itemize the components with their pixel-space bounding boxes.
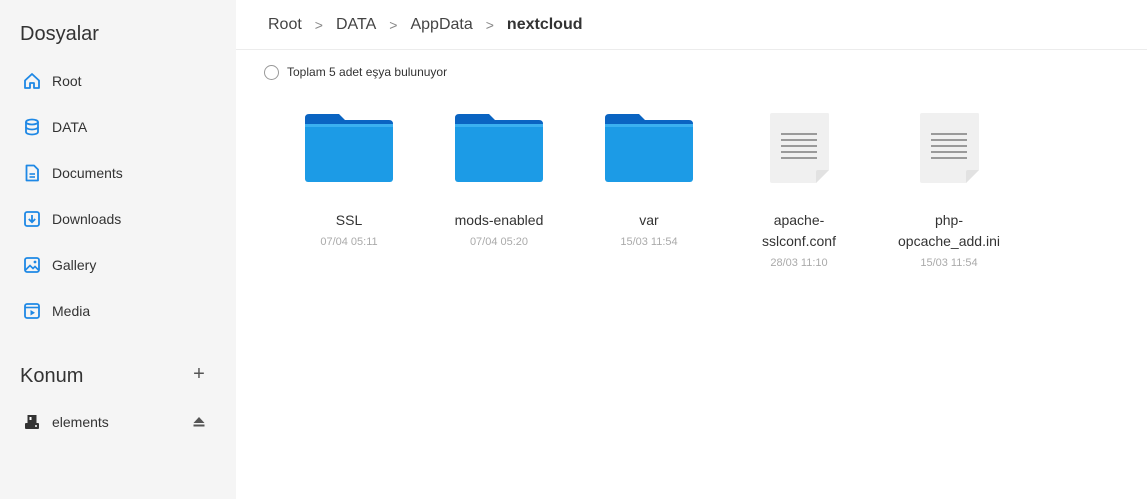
file-name: php- opcache_add.ini: [894, 210, 1004, 252]
sidebar-item-label: Documents: [52, 165, 123, 181]
text-file-icon: [753, 110, 845, 186]
sidebar: Dosyalar Root DATA Documents Downloads G…: [0, 0, 236, 499]
file-name-line: php-: [934, 212, 964, 228]
download-icon: [22, 209, 42, 229]
file-name-line: apache-: [773, 212, 825, 228]
file-item-apache-sslconf[interactable]: apache- sslconf.conf 28/03 11:10: [724, 110, 874, 269]
sidebar-item-data[interactable]: DATA: [0, 104, 236, 150]
file-date: 07/04 05:11: [320, 236, 378, 248]
add-location-button[interactable]: +: [190, 364, 208, 386]
file-name-line: opcache_add.ini: [898, 233, 1000, 249]
breadcrumb-separator: >: [485, 16, 494, 33]
breadcrumb-root[interactable]: Root: [268, 16, 302, 34]
folder-icon: [303, 110, 395, 186]
location-header: Konum +: [0, 362, 236, 390]
sidebar-item-downloads[interactable]: Downloads: [0, 196, 236, 242]
sidebar-item-media[interactable]: Media: [0, 288, 236, 334]
folder-icon: [453, 110, 545, 186]
nav-list: Root DATA Documents Downloads Gallery Me…: [0, 58, 236, 334]
select-all-radio[interactable]: [264, 64, 279, 80]
breadcrumb-separator: >: [389, 16, 398, 33]
file-item-var[interactable]: var 15/03 11:54: [574, 110, 724, 269]
sidebar-item-root[interactable]: Root: [0, 58, 236, 104]
file-name-line: sslconf.conf: [762, 233, 836, 249]
breadcrumb: Root > DATA > AppData > nextcloud: [236, 0, 1147, 50]
document-icon: [22, 163, 42, 183]
location-label: elements: [52, 414, 109, 430]
home-icon: [22, 71, 42, 91]
eject-icon[interactable]: [190, 413, 208, 431]
file-item-ssl[interactable]: SSL 07/04 05:11: [274, 110, 424, 269]
file-name: apache- sslconf.conf: [744, 210, 854, 252]
file-date: 28/03 11:10: [770, 257, 828, 269]
breadcrumb-appdata[interactable]: AppData: [410, 16, 472, 34]
file-name: var: [639, 212, 659, 228]
sidebar-item-documents[interactable]: Documents: [0, 150, 236, 196]
file-date: 15/03 11:54: [920, 257, 978, 269]
location-item-elements[interactable]: elements: [0, 402, 236, 442]
sidebar-item-label: Gallery: [52, 257, 97, 273]
sidebar-item-gallery[interactable]: Gallery: [0, 242, 236, 288]
file-grid: SSL 07/04 05:11 mods-enabled 07/04 05:20…: [236, 110, 1147, 269]
breadcrumb-current: nextcloud: [506, 15, 583, 33]
file-name: mods-enabled: [454, 212, 544, 228]
breadcrumb-separator: >: [314, 16, 323, 33]
file-name: SSL: [335, 212, 363, 228]
sidebar-item-label: Root: [52, 73, 82, 89]
item-count-row: Toplam 5 adet eşya bulunuyor: [236, 50, 1147, 94]
file-date: 07/04 05:20: [469, 236, 529, 248]
sidebar-item-label: DATA: [52, 119, 88, 135]
breadcrumb-data[interactable]: DATA: [336, 16, 376, 34]
text-file-icon: [903, 110, 995, 186]
sidebar-title: Dosyalar: [20, 23, 99, 45]
main-content: Root > DATA > AppData > nextcloud Toplam…: [236, 0, 1147, 499]
folder-icon: [603, 110, 695, 186]
sidebar-item-label: Media: [52, 303, 91, 319]
drive-icon: [22, 412, 42, 432]
sidebar-item-label: Downloads: [52, 211, 122, 227]
item-count-text: Toplam 5 adet eşya bulunuyor: [287, 65, 448, 79]
file-item-mods-enabled[interactable]: mods-enabled 07/04 05:20: [424, 110, 574, 269]
file-date: 15/03 11:54: [620, 236, 678, 248]
database-icon: [22, 117, 42, 137]
media-icon: [22, 301, 42, 321]
image-icon: [22, 255, 42, 275]
file-item-php-opcache[interactable]: php- opcache_add.ini 15/03 11:54: [874, 110, 1024, 269]
